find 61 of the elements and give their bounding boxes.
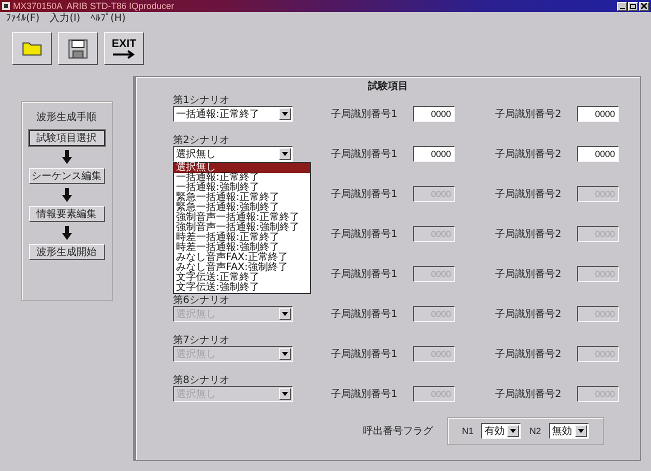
maximize-icon [630,4,636,8]
flag-name: N2 [529,426,541,436]
step-button[interactable]: 情報要素編集 [28,206,104,222]
down-arrow-icon [62,150,72,164]
flag-label: 呼出番号フラグ [362,424,433,438]
menu-item[interactable]: 入力(I) [50,13,80,25]
flag-name: N1 [462,426,474,436]
field-label: 子局識別番号1 [331,108,398,121]
step-button[interactable]: シーケンス編集 [28,168,104,184]
open-button[interactable] [12,32,52,65]
field-label: 子局識別番号2 [495,188,562,201]
caret-icon[interactable] [279,108,291,120]
maximize-button[interactable] [628,2,638,10]
field-label: 子局識別番号2 [495,108,562,121]
close-button[interactable] [639,2,649,10]
group-title: 波形生成手順 [36,110,96,124]
scenario-label: 第7シナリオ [173,334,230,346]
scenario-dropdown[interactable]: 選択無し [173,146,293,162]
save-button[interactable] [58,32,98,65]
field-label: 子局識別番号1 [331,228,398,241]
exit-button[interactable]: EXIT [104,32,144,65]
scenario-label: 第2シナリオ [173,134,230,146]
field-label: 子局識別番号1 [331,348,398,361]
down-arrow-icon [62,226,72,240]
right-arrow-icon [112,50,136,58]
caret-icon[interactable] [279,148,291,160]
field-label: 子局識別番号1 [331,188,398,201]
id-input[interactable]: 0000 [413,146,455,162]
id-input[interactable]: 0000 [413,106,455,122]
step-button[interactable]: 試験項目選択 [28,130,104,146]
menu-item[interactable]: ﾍﾙﾌﾟ(H) [90,13,126,25]
id-input[interactable]: 0000 [577,146,619,162]
panel-title: 試験項目 [368,81,408,93]
dropdown-option[interactable]: 選択無し [174,163,310,173]
scenario-dropdown[interactable]: 一括通報:正常終了 [173,106,293,122]
field-label: 子局識別番号2 [495,268,562,281]
id-input[interactable]: 0000 [577,106,619,122]
menu-item[interactable]: ﾌｧｲﾙ(F) [6,13,40,25]
field-label: 子局識別番号2 [495,388,562,401]
caret-icon[interactable] [507,425,520,437]
field-label: 子局識別番号2 [495,228,562,241]
field-label: 子局識別番号1 [331,308,398,321]
scenario-label: 第6シナリオ [173,294,230,306]
step-button[interactable]: 波形生成開始 [28,244,104,260]
down-arrow-icon [62,188,72,202]
scenario-label: 第8シナリオ [173,374,230,386]
field-label: 子局識別番号1 [331,268,398,281]
field-label: 子局識別番号2 [495,348,562,361]
app-icon [2,2,10,10]
window-title: MX370150A ARIB STD-T86 IQproducer [13,0,174,12]
folder-icon [22,41,42,56]
scenario-label: 第1シナリオ [173,94,230,106]
field-label: 子局識別番号2 [495,308,562,321]
close-icon [641,3,647,9]
field-label: 子局識別番号2 [495,148,562,161]
field-label: 子局識別番号1 [331,148,398,161]
field-label: 子局識別番号1 [331,388,398,401]
caret-icon[interactable] [575,425,587,437]
flag-dropdown[interactable]: 有効 [481,423,522,439]
minimize-button[interactable] [617,2,627,10]
flag-dropdown[interactable]: 無効 [549,423,589,439]
